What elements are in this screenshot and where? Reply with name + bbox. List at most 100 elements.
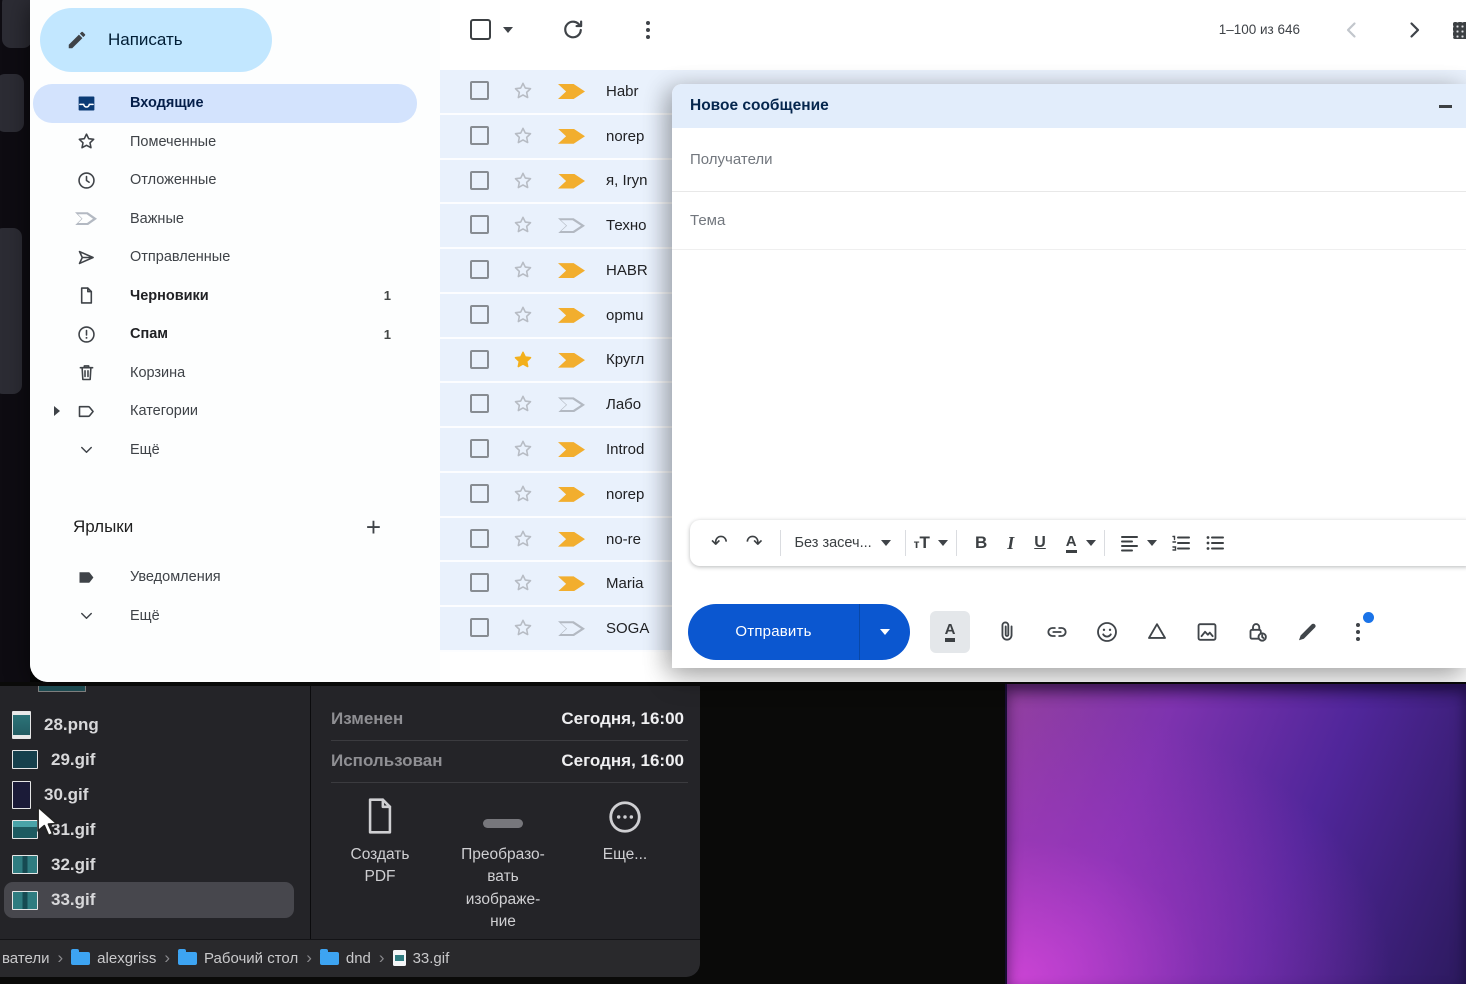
add-label-button[interactable]: + bbox=[366, 517, 381, 537]
email-checkbox[interactable] bbox=[470, 81, 489, 100]
more-send-options-icon[interactable] bbox=[1346, 619, 1370, 645]
file-row[interactable]: 28.png bbox=[4, 707, 294, 742]
confidential-mode-icon[interactable] bbox=[1244, 619, 1270, 645]
email-checkbox[interactable] bbox=[470, 305, 489, 324]
numbered-list-button[interactable] bbox=[1171, 533, 1191, 553]
importance-marker-icon[interactable] bbox=[558, 84, 585, 99]
star-toggle-icon[interactable] bbox=[512, 170, 534, 192]
chevron-down-icon[interactable] bbox=[1147, 540, 1157, 546]
underline-button[interactable]: U bbox=[1024, 534, 1056, 552]
star-toggle-icon[interactable] bbox=[512, 438, 534, 460]
file-row[interactable]: 30.gif bbox=[4, 777, 294, 812]
insert-link-icon[interactable] bbox=[1044, 619, 1070, 645]
insert-image-icon[interactable] bbox=[1194, 619, 1220, 645]
importance-marker-icon[interactable] bbox=[558, 621, 585, 636]
sidebar-item-inbox[interactable]: Входящие bbox=[33, 84, 417, 123]
message-body-field[interactable] bbox=[672, 250, 1466, 520]
more-options-icon[interactable] bbox=[636, 18, 660, 42]
sidebar-item-more[interactable]: Ещё bbox=[33, 431, 417, 470]
email-checkbox[interactable] bbox=[470, 618, 489, 637]
sidebar-item-trash[interactable]: Корзина bbox=[33, 354, 417, 393]
sidebar-item-snoozed[interactable]: Отложенные bbox=[33, 161, 417, 200]
sidebar-label-notifications[interactable]: Уведомления bbox=[33, 558, 417, 597]
importance-marker-icon[interactable] bbox=[558, 576, 585, 591]
select-dropdown-caret-icon[interactable] bbox=[503, 27, 513, 33]
compose-button[interactable]: Написать bbox=[40, 8, 272, 72]
send-options-arrow[interactable] bbox=[860, 604, 910, 660]
text-color-button[interactable]: A bbox=[1066, 533, 1077, 553]
refresh-icon[interactable] bbox=[560, 17, 586, 43]
input-tools-icon[interactable] bbox=[1453, 22, 1466, 39]
importance-marker-icon[interactable] bbox=[558, 487, 585, 502]
signature-pen-icon[interactable] bbox=[1294, 619, 1320, 645]
bulleted-list-button[interactable] bbox=[1205, 533, 1225, 553]
email-checkbox[interactable] bbox=[470, 171, 489, 190]
previous-page-icon[interactable] bbox=[1340, 18, 1364, 42]
star-toggle-icon[interactable] bbox=[512, 617, 534, 639]
star-toggle-icon[interactable] bbox=[512, 80, 534, 102]
star-toggle-icon[interactable] bbox=[512, 125, 534, 147]
redo-icon[interactable]: ↷ bbox=[737, 521, 772, 565]
minimize-icon[interactable] bbox=[1439, 105, 1452, 108]
sidebar-item-important[interactable]: Важные bbox=[33, 200, 417, 239]
sidebar-item-spam[interactable]: Спам 1 bbox=[33, 315, 417, 354]
breadcrumb-item[interactable]: › dnd bbox=[298, 948, 371, 970]
star-toggle-icon[interactable] bbox=[512, 572, 534, 594]
formatting-options-button[interactable]: A bbox=[930, 611, 970, 653]
align-button[interactable] bbox=[1120, 533, 1140, 553]
email-checkbox[interactable] bbox=[470, 484, 489, 503]
insert-emoji-icon[interactable] bbox=[1094, 619, 1120, 645]
email-checkbox[interactable] bbox=[470, 394, 489, 413]
subject-field[interactable]: Тема bbox=[672, 192, 1466, 250]
breadcrumb-item[interactable]: › ватели bbox=[2, 950, 50, 967]
star-toggle-icon[interactable] bbox=[512, 393, 534, 415]
star-toggle-icon[interactable] bbox=[512, 483, 534, 505]
breadcrumb-item[interactable]: › 33.gif bbox=[371, 948, 449, 970]
importance-marker-icon[interactable] bbox=[558, 397, 585, 412]
sidebar-item-starred[interactable]: Помеченные bbox=[33, 123, 417, 162]
importance-marker-icon[interactable] bbox=[558, 129, 585, 144]
importance-marker-icon[interactable] bbox=[558, 218, 585, 233]
email-checkbox[interactable] bbox=[470, 126, 489, 145]
recipients-field[interactable]: Получатели bbox=[672, 128, 1466, 192]
compose-header[interactable]: Новое сообщение bbox=[672, 84, 1466, 128]
sidebar-item-categories[interactable]: Категории bbox=[33, 392, 417, 431]
create-pdf-button[interactable]: Создать PDF bbox=[320, 794, 440, 889]
email-checkbox[interactable] bbox=[470, 350, 489, 369]
star-toggle-icon[interactable] bbox=[512, 349, 534, 371]
email-checkbox[interactable] bbox=[470, 573, 489, 592]
font-size-button[interactable]: тТ bbox=[914, 533, 930, 553]
undo-icon[interactable]: ↶ bbox=[702, 521, 737, 565]
file-row[interactable]: 31.gif bbox=[4, 812, 294, 847]
star-toggle-icon[interactable] bbox=[512, 304, 534, 326]
font-family-select[interactable]: Без засеч... bbox=[789, 535, 897, 551]
convert-image-button[interactable]: Преобразо- вать изображе- ние bbox=[438, 794, 568, 934]
sidebar-item-drafts[interactable]: Черновики 1 bbox=[33, 277, 417, 316]
email-checkbox[interactable] bbox=[470, 215, 489, 234]
file-row[interactable]: 29.gif bbox=[4, 742, 294, 777]
sidebar-labels-more[interactable]: Ещё bbox=[33, 597, 417, 636]
importance-marker-icon[interactable] bbox=[558, 532, 585, 547]
attach-file-icon[interactable] bbox=[994, 619, 1020, 645]
chevron-down-icon[interactable] bbox=[938, 540, 948, 546]
file-row[interactable]: 32.gif bbox=[4, 847, 294, 882]
importance-marker-icon[interactable] bbox=[558, 353, 585, 368]
chevron-down-icon[interactable] bbox=[1086, 540, 1096, 546]
more-actions-button[interactable]: Еще... bbox=[565, 794, 685, 866]
importance-marker-icon[interactable] bbox=[558, 174, 585, 189]
email-checkbox[interactable] bbox=[470, 529, 489, 548]
expander-triangle-icon[interactable] bbox=[54, 406, 60, 416]
file-row[interactable]: 33.gif bbox=[4, 882, 294, 918]
star-toggle-icon[interactable] bbox=[512, 214, 534, 236]
next-page-icon[interactable] bbox=[1402, 18, 1426, 42]
send-button[interactable]: Отправить bbox=[688, 604, 910, 660]
select-all-checkbox[interactable] bbox=[470, 19, 491, 40]
drive-icon[interactable] bbox=[1144, 619, 1170, 645]
star-toggle-icon[interactable] bbox=[512, 528, 534, 550]
breadcrumb-item[interactable]: › alexgriss bbox=[50, 948, 157, 970]
importance-marker-icon[interactable] bbox=[558, 442, 585, 457]
sidebar-item-sent[interactable]: Отправленные bbox=[33, 238, 417, 277]
italic-button[interactable]: I bbox=[997, 533, 1024, 554]
importance-marker-icon[interactable] bbox=[558, 263, 585, 278]
email-checkbox[interactable] bbox=[470, 439, 489, 458]
